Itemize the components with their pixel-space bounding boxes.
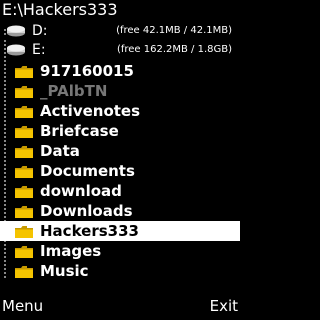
drive-label: D: <box>32 23 48 39</box>
folder-icon <box>15 86 33 98</box>
folder-row[interactable]: Briefcase <box>0 121 240 141</box>
folder-icon <box>15 106 33 118</box>
folder-row[interactable]: Images <box>0 241 240 261</box>
folder-icon <box>15 166 33 178</box>
folder-row[interactable]: 917160015 <box>0 61 240 81</box>
folder-icon <box>15 146 33 158</box>
folder-row[interactable]: Documents <box>0 161 240 181</box>
folder-row[interactable]: Data <box>0 141 240 161</box>
softkey-bar: Menu Exit <box>0 296 240 320</box>
folder-label: download <box>40 182 122 200</box>
folder-label: Images <box>40 242 102 260</box>
folder-icon <box>15 206 33 218</box>
menu-softkey[interactable]: Menu <box>2 294 43 318</box>
folder-icon <box>15 126 33 138</box>
folder-label: Downloads <box>40 202 133 220</box>
drive-free-space: (free 162.2MB / 1.8GB) <box>116 44 232 55</box>
drive-free-space: (free 42.1MB / 42.1MB) <box>116 25 232 36</box>
folder-label: Briefcase <box>40 122 119 140</box>
folder-icon <box>15 246 33 258</box>
drive-row-e[interactable]: E: (free 162.2MB / 1.8GB) <box>0 40 240 60</box>
folder-icon <box>15 66 33 78</box>
folder-row[interactable]: Hackers333 <box>0 221 240 241</box>
folder-label: Data <box>40 142 80 160</box>
folder-label: Documents <box>40 162 135 180</box>
folder-icon <box>15 186 33 198</box>
folder-row[interactable]: Downloads <box>0 201 240 221</box>
folder-label: 917160015 <box>40 62 134 80</box>
folder-row[interactable]: download <box>0 181 240 201</box>
folder-label: _PAlbTN <box>40 82 108 100</box>
exit-softkey[interactable]: Exit <box>210 294 238 318</box>
folder-row[interactable]: Music <box>0 261 240 281</box>
folder-label: Activenotes <box>40 102 141 120</box>
folder-label: Music <box>40 262 89 280</box>
folder-icon <box>15 226 33 238</box>
window-title: E:\Hackers333 <box>2 0 118 19</box>
drive-row-d[interactable]: D: (free 42.1MB / 42.1MB) <box>0 21 240 41</box>
folder-row[interactable]: Activenotes <box>0 101 240 121</box>
folder-icon <box>15 266 33 278</box>
drive-icon <box>7 44 25 56</box>
folder-label: Hackers333 <box>40 222 139 240</box>
drive-label: E: <box>32 42 46 58</box>
drive-icon <box>7 25 25 37</box>
folder-row[interactable]: _PAlbTN <box>0 81 240 101</box>
